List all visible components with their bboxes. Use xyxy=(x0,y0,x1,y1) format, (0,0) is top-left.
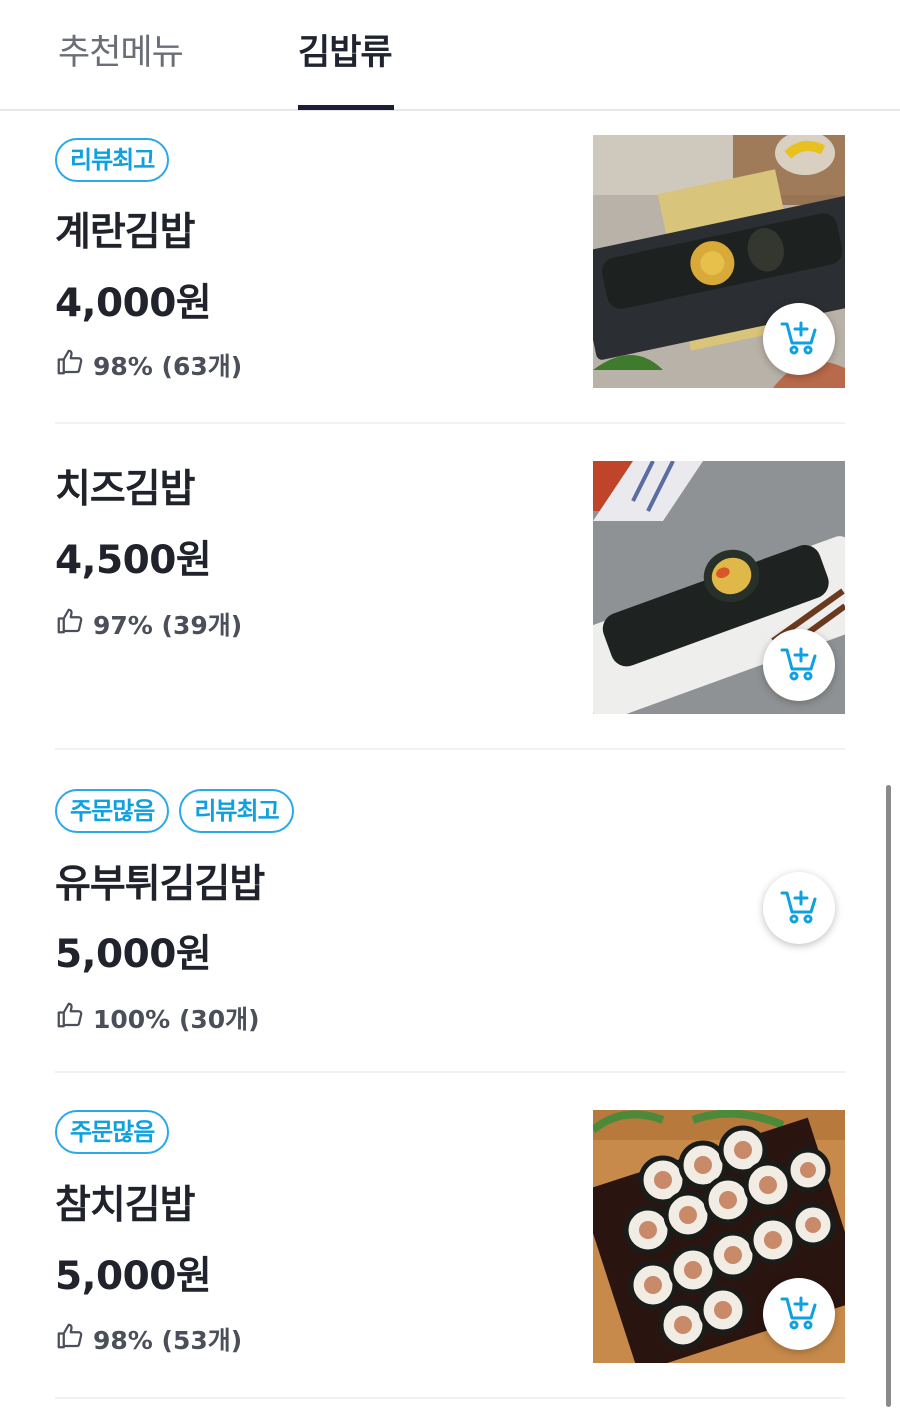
rating-text: 98% (53개) xyxy=(93,1326,243,1355)
menu-item-price: 5,000원 xyxy=(55,932,212,977)
add-to-cart-button[interactable] xyxy=(763,1278,835,1350)
menu-item-name: 계란김밥 xyxy=(55,210,196,255)
thumbs-up-icon xyxy=(55,606,85,642)
menu-item[interactable]: 주문많음 리뷰최고 유부튀김김밥 5,000원 100% (30개) xyxy=(55,750,845,1073)
menu-item-price: 5,000원 xyxy=(55,1254,212,1299)
menu-item-name: 치즈김밥 xyxy=(55,467,196,512)
add-to-cart-button[interactable] xyxy=(763,872,835,944)
menu-item-rating: 98% (63개) xyxy=(55,347,242,383)
add-to-cart-icon xyxy=(779,317,819,361)
badge-popular: 주문많음 xyxy=(55,1110,170,1154)
tuna-gimbap-photo[interactable] xyxy=(593,1110,845,1363)
add-to-cart-icon xyxy=(779,643,819,687)
thumbs-up-icon xyxy=(55,1321,85,1357)
badge-group: 주문많음 xyxy=(55,1110,170,1154)
thumbs-up-icon xyxy=(55,347,85,383)
rating-text: 98% (63개) xyxy=(93,352,243,381)
menu-item[interactable]: 주문많음 참치김밥 5,000원 98% (53개) xyxy=(55,1073,845,1399)
add-to-cart-button[interactable] xyxy=(763,629,835,701)
menu-item-rating: 97% (39개) xyxy=(55,606,242,642)
add-to-cart-icon xyxy=(779,886,819,930)
menu-item-rating: 100% (30개) xyxy=(55,1000,260,1036)
scrollbar[interactable] xyxy=(886,785,891,1407)
category-tabs: 추천메뉴 김밥류 xyxy=(0,0,900,111)
menu-item-name: 유부튀김김밥 xyxy=(55,862,265,907)
menu-item[interactable]: 치즈김밥 4,500원 97% (39개) xyxy=(55,424,845,750)
badge-best-review: 리뷰최고 xyxy=(179,789,294,833)
tab-recommended[interactable]: 추천메뉴 xyxy=(58,24,184,75)
menu-item-rating: 98% (53개) xyxy=(55,1321,242,1357)
rating-text: 97% (39개) xyxy=(93,611,243,640)
tab-gimbap[interactable]: 김밥류 xyxy=(298,24,393,75)
badge-best-review: 리뷰최고 xyxy=(55,138,170,182)
menu-item-name: 참치김밥 xyxy=(55,1183,196,1228)
active-tab-indicator xyxy=(298,105,394,110)
menu-item-price: 4,500원 xyxy=(55,538,212,583)
cheese-gimbap-photo[interactable] xyxy=(593,461,845,714)
add-to-cart-button[interactable] xyxy=(763,303,835,375)
egg-gimbap-photo[interactable] xyxy=(593,135,845,388)
badge-group: 주문많음 리뷰최고 xyxy=(55,789,294,833)
badge-popular: 주문많음 xyxy=(55,789,170,833)
rating-text: 100% (30개) xyxy=(93,1005,260,1034)
thumbs-up-icon xyxy=(55,1000,85,1036)
menu-item[interactable]: 리뷰최고 계란김밥 4,000원 98% (63개) xyxy=(55,135,845,424)
add-to-cart-icon xyxy=(779,1292,819,1336)
menu-item-price: 4,000원 xyxy=(55,281,212,326)
badge-group: 리뷰최고 xyxy=(55,138,170,182)
